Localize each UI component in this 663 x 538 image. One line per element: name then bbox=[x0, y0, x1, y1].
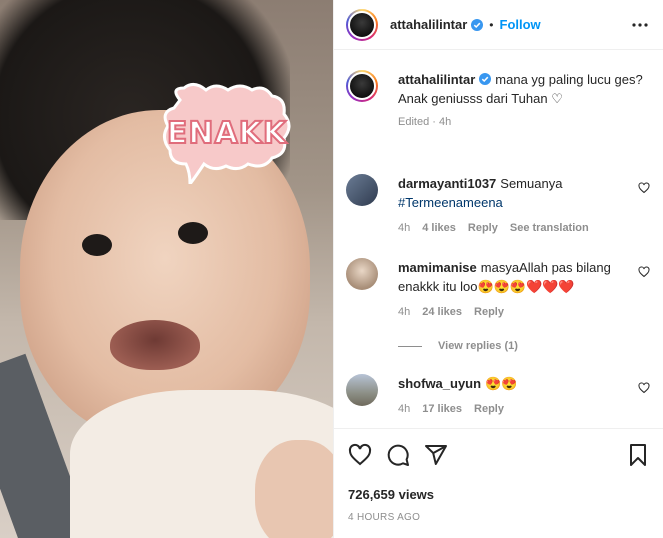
separator-dot: • bbox=[489, 17, 494, 32]
comment-item: mamimanise masyaAllah pas bilang enakkk i… bbox=[346, 258, 652, 318]
like-comment-heart-icon[interactable] bbox=[638, 266, 650, 278]
verified-badge-icon bbox=[479, 73, 492, 85]
comment-text: Semuanya bbox=[500, 176, 563, 191]
author-username[interactable]: attahalilintar bbox=[390, 17, 467, 32]
comment-username[interactable]: mamimanise bbox=[398, 260, 477, 275]
like-comment-heart-icon[interactable] bbox=[638, 182, 650, 194]
see-translation-button[interactable]: See translation bbox=[510, 222, 589, 234]
like-heart-icon[interactable] bbox=[348, 443, 372, 467]
post-side-panel: attahalilintar • Follow attahalilintar ma… bbox=[333, 0, 663, 538]
reply-button[interactable]: Reply bbox=[474, 403, 504, 415]
speech-bubble-sticker: ENAKK bbox=[160, 80, 294, 189]
comment-time: 4h bbox=[398, 403, 411, 415]
comment-username[interactable]: darmayanti1037 bbox=[398, 176, 496, 191]
author-avatar[interactable] bbox=[346, 8, 378, 41]
comment-item: darmayanti1037 Semuanya #Termeenameena 4h… bbox=[346, 174, 652, 234]
like-comment-heart-icon[interactable] bbox=[638, 382, 650, 394]
comment-likes[interactable]: 24 likes bbox=[422, 306, 462, 318]
save-bookmark-icon[interactable] bbox=[626, 443, 650, 467]
caption-username[interactable]: attahalilintar bbox=[398, 72, 475, 87]
view-replies-button[interactable]: View replies (1) bbox=[398, 340, 518, 352]
follow-button[interactable]: Follow bbox=[500, 17, 541, 32]
comment-likes[interactable]: 17 likes bbox=[422, 403, 462, 415]
view-count[interactable]: 726,659 views bbox=[348, 487, 434, 502]
post-image[interactable]: ENAKK bbox=[0, 0, 333, 538]
sticker-text: ENAKK bbox=[166, 115, 288, 152]
comment-likes[interactable]: 4 likes bbox=[422, 222, 456, 234]
more-options-icon[interactable] bbox=[631, 17, 649, 33]
comments-list[interactable]: attahalilintar mana yg paling lucu ges? A… bbox=[334, 50, 663, 428]
verified-badge-icon bbox=[471, 18, 484, 31]
replies-divider-line bbox=[398, 345, 422, 347]
reply-button[interactable]: Reply bbox=[474, 306, 504, 318]
baby-mouth bbox=[110, 320, 200, 370]
baby-hand bbox=[255, 440, 333, 538]
comment-hashtag[interactable]: #Termeenameena bbox=[398, 195, 503, 210]
post-timestamp: 4 HOURS AGO bbox=[348, 512, 421, 523]
comment-time: 4h bbox=[398, 222, 411, 234]
comment-item: shofwa_uyun 😍😍 4h 17 likes Reply bbox=[346, 374, 652, 415]
comment-username[interactable]: shofwa_uyun bbox=[398, 376, 481, 391]
share-paper-plane-icon[interactable] bbox=[424, 443, 448, 467]
caption-meta: Edited · 4h bbox=[398, 116, 452, 128]
caption-text-line2: Anak geniusss dari Tuhan ♡ bbox=[398, 91, 563, 106]
post-header: attahalilintar • Follow bbox=[334, 0, 663, 50]
commenter-avatar[interactable] bbox=[346, 258, 378, 290]
caption-text: mana yg paling lucu ges? bbox=[495, 72, 643, 87]
comment-time: 4h bbox=[398, 306, 411, 318]
commenter-avatar[interactable] bbox=[346, 374, 378, 406]
reply-button[interactable]: Reply bbox=[468, 222, 498, 234]
post-actions: 726,659 views 4 HOURS AGO bbox=[334, 428, 663, 538]
baby-left-eye bbox=[82, 234, 112, 256]
caption-avatar[interactable] bbox=[346, 70, 378, 102]
commenter-avatar[interactable] bbox=[346, 174, 378, 206]
baby-right-eye bbox=[178, 222, 208, 244]
comment-bubble-icon[interactable] bbox=[386, 443, 410, 467]
view-replies-label[interactable]: View replies (1) bbox=[438, 340, 518, 352]
comment-text: 😍😍 bbox=[485, 376, 518, 391]
caption: attahalilintar mana yg paling lucu ges? A… bbox=[346, 70, 652, 128]
